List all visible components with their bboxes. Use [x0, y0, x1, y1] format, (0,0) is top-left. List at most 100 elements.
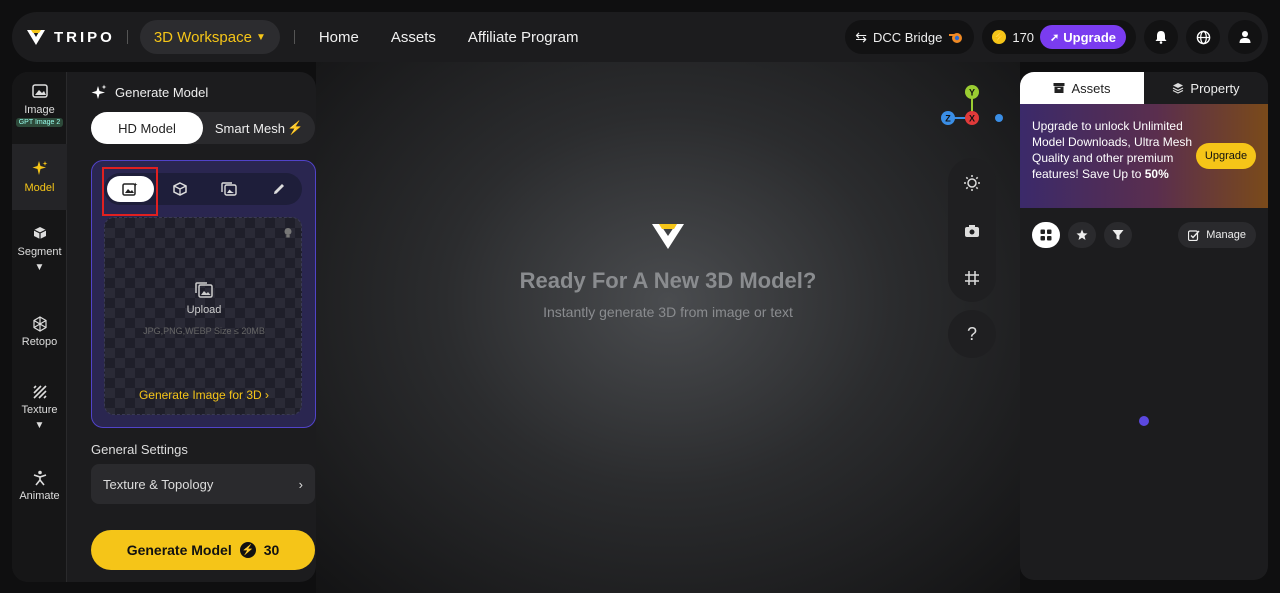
upload-label: Upload [186, 304, 222, 316]
left-sidebar: Image GPT Image 2 Model Segment ▼ Retopo… [12, 72, 316, 582]
upload-dropzone[interactable]: Upload JPG,PNG,WEBP Size ≤ 20MB Generate… [104, 217, 302, 415]
manage-label: Manage [1206, 229, 1246, 241]
nav-affiliate[interactable]: Affiliate Program [468, 29, 579, 46]
rail-item-model[interactable]: Model [12, 144, 67, 210]
blender-icon [949, 33, 963, 43]
generate-image-link[interactable]: Generate Image for 3D › [105, 388, 303, 402]
globe-icon [1196, 30, 1210, 44]
filter-button[interactable] [1104, 222, 1132, 248]
tab-property[interactable]: Property [1144, 72, 1268, 104]
upload-hint: JPG,PNG,WEBP Size ≤ 20MB [143, 326, 265, 336]
rocket-icon: ➚ [1050, 31, 1060, 44]
tab-multiview-input[interactable] [206, 176, 253, 202]
caret-down-icon: ▼ [255, 31, 266, 43]
bolt-icon: ⚡ [992, 30, 1007, 44]
rail-label-segment: Segment [17, 246, 62, 258]
generate-model-button[interactable]: Generate Model ⚡ 30 [91, 530, 315, 570]
grid-view-button[interactable] [1032, 222, 1060, 248]
upload-image-icon [195, 282, 213, 298]
texture-topology-label: Texture & Topology [103, 476, 214, 492]
user-icon [1239, 31, 1251, 43]
upgrade-label: Upgrade [1063, 29, 1116, 45]
nav-assets[interactable]: Assets [391, 29, 436, 46]
layers-icon [1173, 83, 1184, 94]
help-button[interactable]: ? [948, 310, 996, 358]
texture-topology-row[interactable]: Texture & Topology › [91, 464, 315, 504]
promo-text: Upgrade to unlock Unlimited Model Downlo… [1032, 118, 1194, 182]
workspace-dropdown[interactable]: 3D Workspace ▼ [139, 20, 280, 54]
pencil-icon [273, 184, 284, 194]
tripo-logo[interactable]: TRIPO [26, 28, 115, 46]
selection-highlight [102, 167, 158, 216]
tab-3d-input[interactable] [157, 176, 204, 202]
camera-icon[interactable] [964, 224, 980, 238]
cube-icon [33, 227, 46, 239]
rail-item-segment[interactable]: Segment ▼ [12, 226, 67, 282]
chevron-down-icon[interactable]: ▼ [35, 420, 45, 431]
language-button[interactable] [1186, 20, 1220, 54]
archive-icon [1053, 83, 1065, 93]
dcc-bridge-button[interactable]: ⇆ DCC Bridge [845, 20, 975, 54]
tab-assets[interactable]: Assets [1020, 72, 1144, 104]
bell-icon [1155, 31, 1167, 44]
brand-name: TRIPO [54, 28, 115, 46]
chevron-down-icon[interactable]: ▼ [35, 262, 45, 273]
cube-icon [173, 182, 187, 196]
asset-filter-row: Manage [1032, 222, 1256, 248]
main-nav: Home Assets Affiliate Program [319, 29, 611, 46]
rail-label-image: Image [24, 104, 55, 116]
account-button[interactable] [1228, 20, 1262, 54]
upload-prompt: Upload JPG,PNG,WEBP Size ≤ 20MB [105, 282, 303, 336]
rail-item-animate[interactable]: Animate [12, 470, 67, 510]
hd-model-button[interactable]: HD Model [91, 112, 203, 144]
generate-cost: 30 [263, 542, 280, 558]
tab-text-input[interactable] [256, 176, 303, 202]
tab-property-label: Property [1190, 80, 1240, 96]
dcc-bridge-label: DCC Bridge [872, 29, 943, 45]
chevron-right-icon: › [298, 476, 303, 492]
lightbulb-icon[interactable] [283, 226, 293, 244]
right-panel-tabs: Assets Property [1020, 72, 1268, 104]
notifications-button[interactable] [1144, 20, 1178, 54]
rail-label-model: Model [24, 182, 55, 194]
light-icon[interactable] [963, 174, 981, 192]
3d-viewport[interactable]: Ready For A New 3D Model? Instantly gene… [316, 62, 1020, 593]
rail-label-animate: Animate [19, 490, 60, 502]
bolt-icon: ⚡ [286, 120, 304, 135]
loading-indicator [1139, 416, 1149, 426]
funnel-icon [1112, 230, 1124, 240]
axis-gizmo[interactable]: Y Z X [936, 72, 1006, 140]
workspace-label: 3D Workspace [153, 28, 252, 46]
chevron-right-icon: › [265, 388, 270, 402]
generate-label: Generate Model [126, 542, 232, 558]
star-icon [1076, 229, 1088, 240]
checkbox-icon [1188, 230, 1200, 241]
grid-icon[interactable] [964, 270, 980, 286]
model-mode-toggle: HD Model Smart Mesh ⚡ [91, 112, 315, 144]
rail-item-image[interactable]: Image GPT Image 2 [12, 80, 67, 136]
sparkle-icon [91, 84, 107, 99]
credits-pill[interactable]: ⚡ 170 ➚ Upgrade [982, 20, 1136, 54]
rail-item-texture[interactable]: Texture ▼ [12, 384, 67, 440]
manage-button[interactable]: Manage [1178, 222, 1256, 248]
upgrade-button[interactable]: ➚ Upgrade [1040, 25, 1126, 49]
credits-count: 170 [1012, 29, 1035, 45]
rail-item-retopo[interactable]: Retopo [12, 316, 67, 356]
promo-percent: 50% [1144, 167, 1169, 181]
general-settings-heading: General Settings [91, 442, 188, 457]
tab-assets-label: Assets [1071, 80, 1111, 96]
right-panel: Assets Property Upgrade to unlock Unlimi… [1020, 72, 1268, 580]
figure-icon [33, 470, 46, 486]
panel-title: Generate Model [91, 84, 208, 100]
retopo-icon [32, 316, 47, 332]
image-icon [31, 84, 48, 98]
divider [126, 30, 128, 44]
nav-home[interactable]: Home [319, 29, 359, 46]
promo-upgrade-button[interactable]: Upgrade [1196, 143, 1256, 169]
svg-text:Z: Z [945, 114, 951, 124]
svg-text:X: X [969, 114, 975, 124]
empty-state-subtitle: Instantly generate 3D from image or text [543, 304, 793, 320]
texture-icon [32, 385, 47, 399]
favorites-button[interactable] [1068, 222, 1096, 248]
smart-mesh-button[interactable]: Smart Mesh ⚡ [203, 112, 315, 144]
